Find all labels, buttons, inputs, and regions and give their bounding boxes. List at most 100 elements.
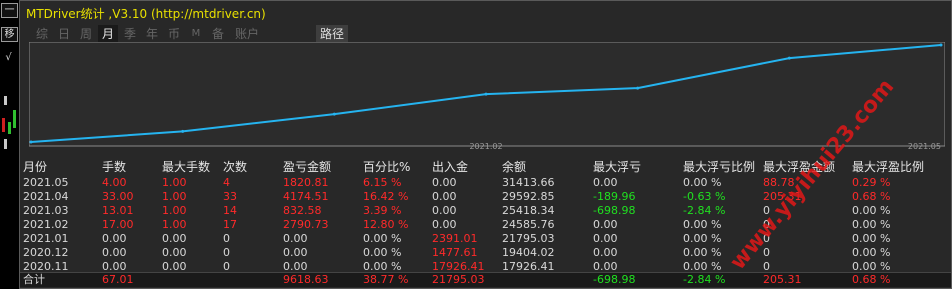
table-cell: 0.68 % — [852, 273, 891, 286]
data-point — [29, 140, 33, 144]
x-tick-label: 2021.05 — [908, 142, 941, 151]
period-tabs: 综 日 周 月 季 年 币 M 备 账户 路径 — [20, 25, 951, 43]
table-cell: 14 — [223, 204, 237, 217]
table-cell: 67.01 — [102, 273, 134, 286]
tab-backup[interactable]: 备 — [208, 25, 228, 43]
column-header: 最大浮盈比例 — [852, 160, 925, 174]
table-row: 2021.03 13.01 1.00 14 832.58 3.39 % 0.00 25418.… — [20, 204, 951, 218]
table-cell: 0.00 % — [363, 246, 402, 259]
table-cell: 0.00 % — [683, 176, 722, 189]
move-button[interactable]: 移 — [1, 27, 18, 42]
table-cell: 2021.01 — [23, 232, 69, 245]
tab-quarter[interactable]: 季 — [120, 25, 140, 43]
title-bar: MTDriver统计 ,V3.10 (http://mtdriver.cn) — [20, 1, 951, 23]
table-cell: 0 — [763, 246, 770, 259]
table-cell: 1.00 — [162, 218, 187, 231]
table-cell: 0.00 % — [683, 232, 722, 245]
table-cell: 832.58 — [283, 204, 322, 217]
table-cell: 2021.05 — [23, 176, 69, 189]
table-cell: 0.00 — [102, 246, 127, 259]
total-row: 合计 67.01 9618.63 38.77 % 21795.03 -698.98 -2.8… — [20, 272, 951, 287]
table-cell: 2391.01 — [432, 232, 478, 245]
table-cell: 0 — [763, 232, 770, 245]
column-header: 次数 — [223, 160, 248, 174]
table-cell: 合计 — [23, 273, 45, 286]
table-cell: 2021.04 — [23, 190, 69, 203]
table-cell: 0.00 % — [852, 218, 891, 231]
column-header: 最大浮盈金额 — [763, 160, 836, 174]
table-cell: 88.78 — [763, 176, 795, 189]
table-cell: 38.77 % — [363, 273, 409, 286]
table-cell: -2.84 % — [683, 273, 726, 286]
tab-currency[interactable]: 币 — [164, 25, 184, 43]
tab-month[interactable]: 月 — [98, 25, 118, 43]
check-icon[interactable]: √ — [1, 51, 16, 64]
table-cell: -698.98 — [593, 204, 636, 217]
table-cell: 9618.63 — [283, 273, 329, 286]
table-cell: 0.00 % — [852, 204, 891, 217]
data-point — [181, 129, 185, 133]
table-cell: -0.63 % — [683, 190, 726, 203]
column-header: 盈亏金额 — [283, 160, 332, 174]
data-point — [939, 43, 943, 47]
data-point — [636, 86, 640, 90]
table-cell: 205.31 — [763, 273, 802, 286]
table-cell: 0.00 % — [683, 218, 722, 231]
table-cell: 24585.76 — [502, 218, 555, 231]
table-cell: 17 — [223, 218, 237, 231]
table-row: 2021.02 17.00 1.00 17 2790.73 12.80 % 0.00 2458… — [20, 218, 951, 232]
tab-summary[interactable]: 综 — [32, 25, 52, 43]
table-cell: 29592.85 — [502, 190, 555, 203]
column-header: 手数 — [102, 160, 127, 174]
table-cell: 1.00 — [162, 204, 187, 217]
table-cell: 0 — [763, 218, 770, 231]
column-header: 余额 — [502, 160, 527, 174]
table-cell: 0.00 — [432, 218, 457, 231]
table-cell: 1.00 — [162, 190, 187, 203]
table-cell: 21795.03 — [432, 273, 485, 286]
x-tick-label: 2021.02 — [469, 142, 502, 151]
minimize-button[interactable]: 一 — [1, 3, 18, 18]
window-title: MTDriver统计 ,V3.10 (http://mtdriver.cn) — [26, 7, 266, 21]
table-cell: 0.00 — [432, 204, 457, 217]
table-cell: 0.29 % — [852, 176, 891, 189]
table-cell: 17.00 — [102, 218, 134, 231]
table-cell: 0.00 — [102, 232, 127, 245]
table-cell: 1.00 — [162, 176, 187, 189]
table-cell: 6.15 % — [363, 176, 402, 189]
table-cell: 2790.73 — [283, 218, 329, 231]
tab-day[interactable]: 日 — [54, 25, 74, 43]
table-cell: 0 — [223, 232, 230, 245]
table-cell: 0.00 % — [852, 246, 891, 259]
statistics-panel: MTDriver统计 ,V3.10 (http://mtdriver.cn) 综… — [19, 0, 952, 289]
table-cell: 4 — [223, 176, 230, 189]
table-cell: 2020.12 — [23, 246, 69, 259]
table-cell: 0.68 % — [852, 190, 891, 203]
tab-week[interactable]: 周 — [76, 25, 96, 43]
table-cell: 25418.34 — [502, 204, 555, 217]
table-cell: 4174.51 — [283, 190, 329, 203]
column-header: 最大手数 — [162, 160, 211, 174]
candle-icon — [8, 122, 11, 134]
data-point — [332, 112, 336, 116]
tab-year[interactable]: 年 — [142, 25, 162, 43]
table-cell: 4.00 — [102, 176, 127, 189]
table-cell: 0.00 — [432, 190, 457, 203]
data-point — [787, 56, 791, 60]
table-cell: 33 — [223, 190, 237, 203]
table-cell: 3.39 % — [363, 204, 402, 217]
path-button[interactable]: 路径 — [316, 25, 349, 43]
table-header: 月份 手数 最大手数 次数 盈亏金额 百分比% 出入金 余额 最大浮亏 最大浮亏比例 最大浮盈金额 最… — [20, 159, 951, 174]
column-header: 月份 — [23, 160, 48, 174]
tab-m[interactable]: M — [186, 25, 206, 43]
table-cell: 0.00 — [593, 218, 618, 231]
table-cell: 0.00 % — [683, 246, 722, 259]
table-cell: 0.00 — [162, 232, 187, 245]
table-cell: -2.84 % — [683, 204, 726, 217]
table-cell: 0.00 — [593, 246, 618, 259]
table-row: 2021.05 4.00 1.00 4 1820.81 6.15 % 0.00 31413.6… — [20, 176, 951, 190]
candle-icon — [13, 110, 16, 128]
table-cell: 0.00 % — [852, 232, 891, 245]
tab-account[interactable]: 账户 — [230, 25, 264, 43]
table-cell: 0.00 — [432, 176, 457, 189]
